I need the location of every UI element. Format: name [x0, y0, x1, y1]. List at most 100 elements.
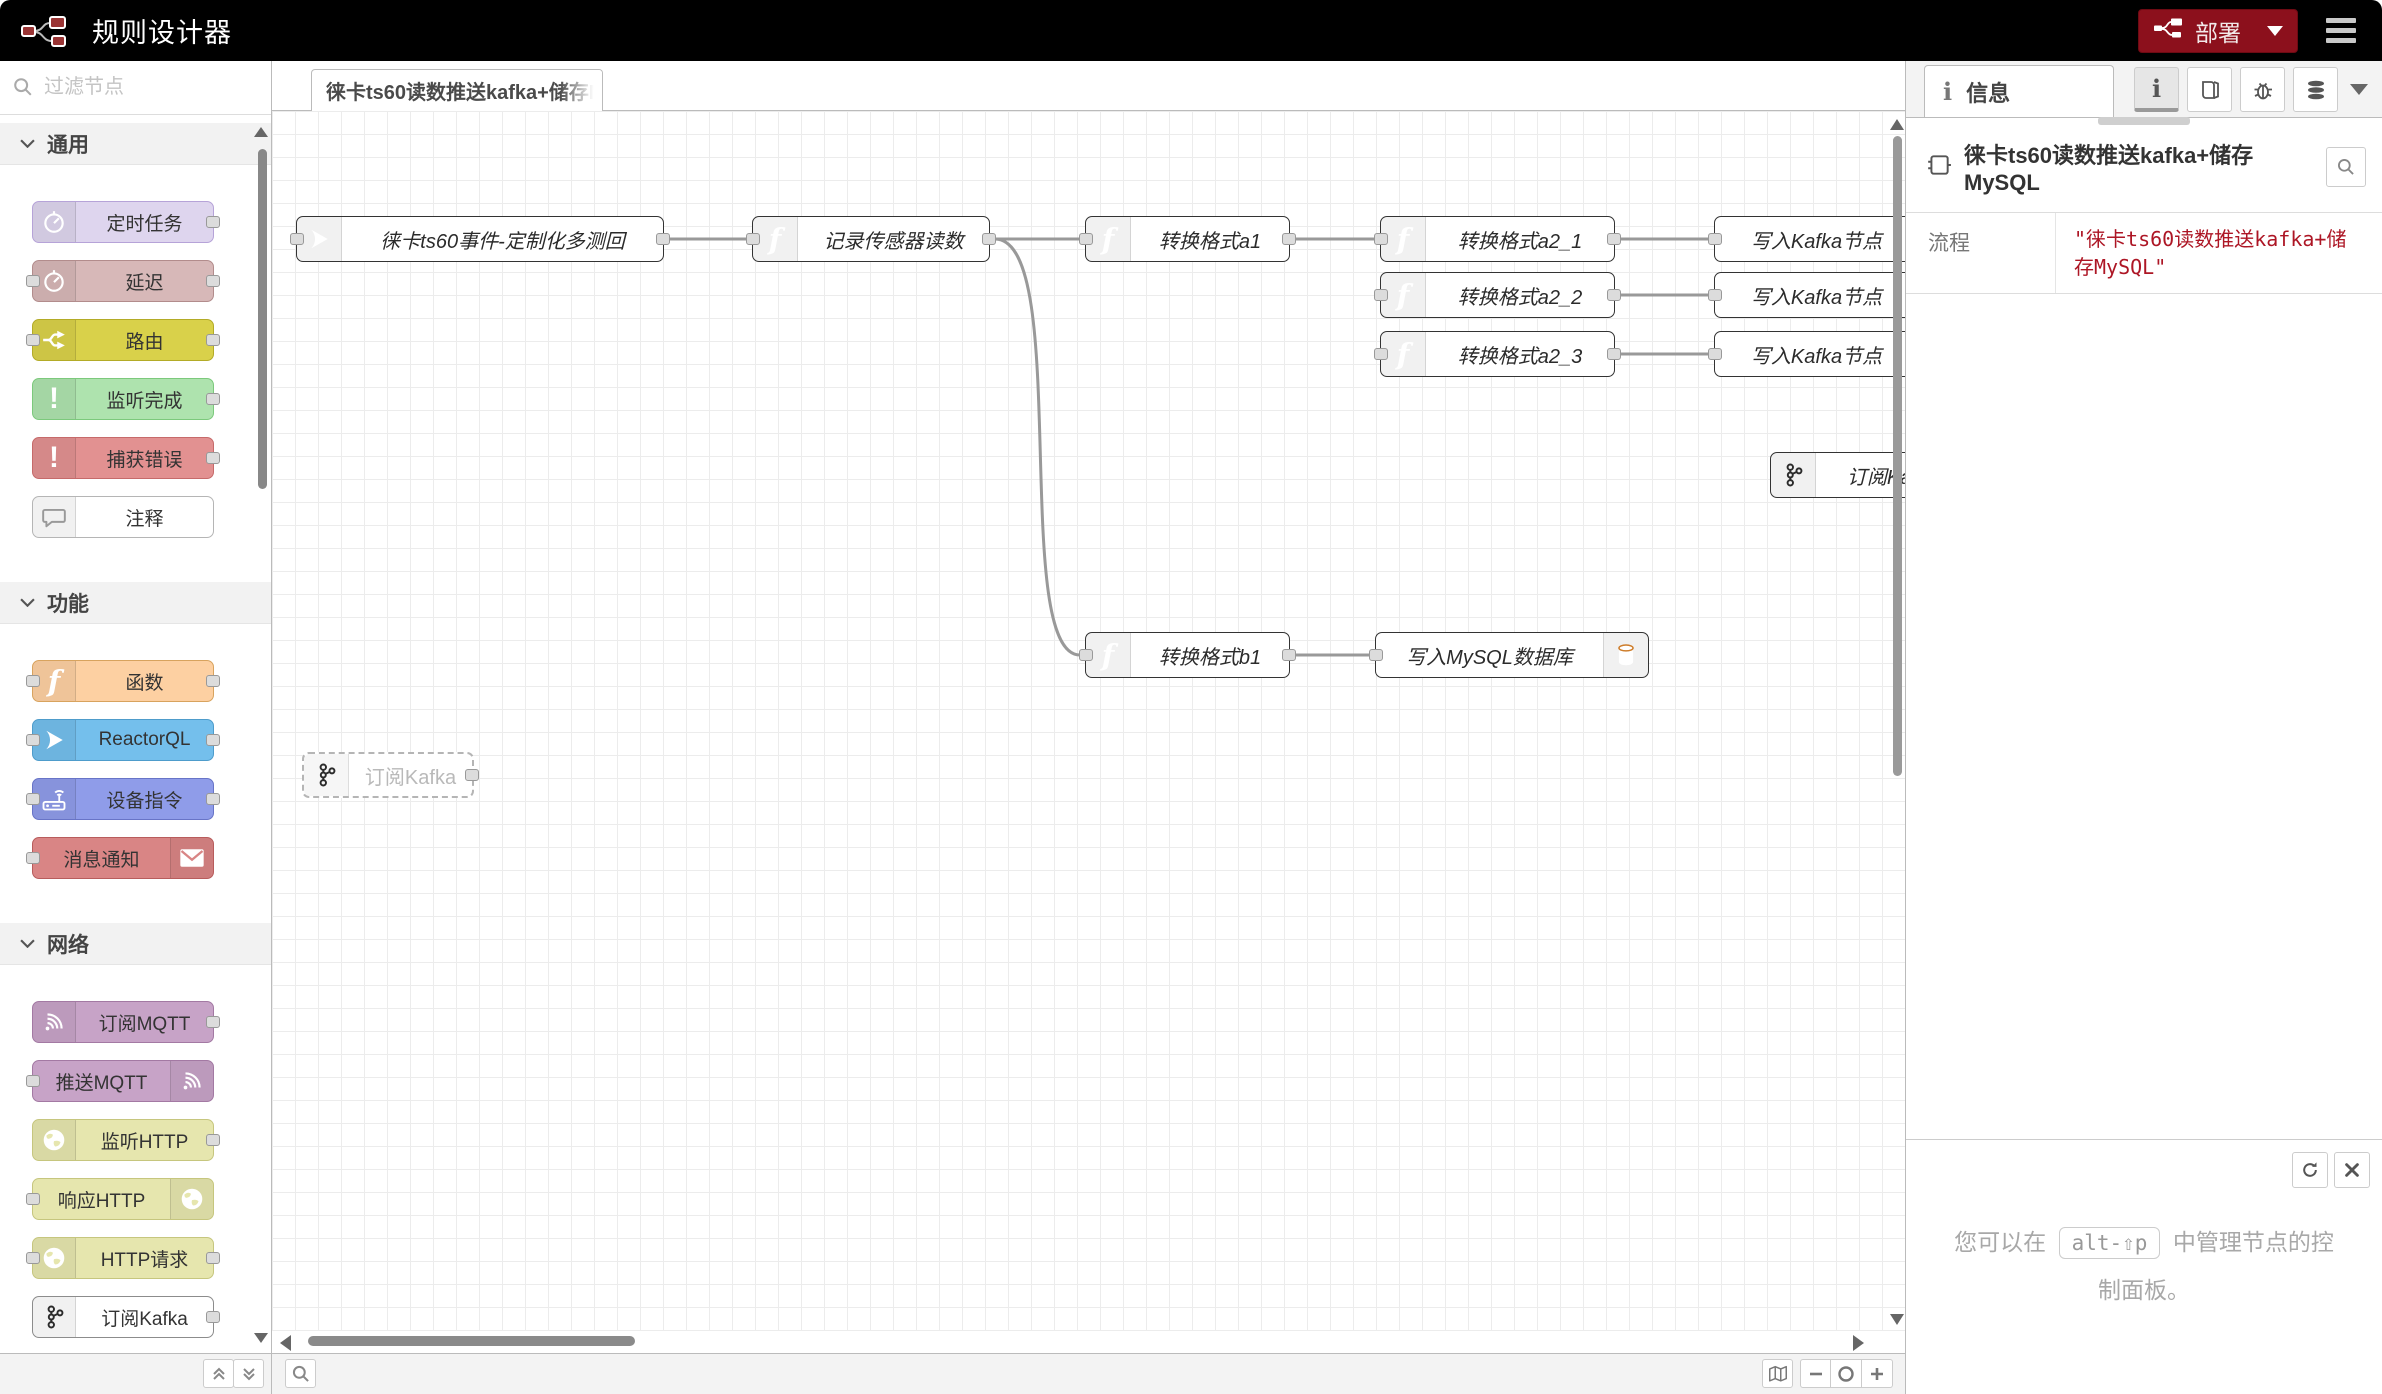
deploy-caret-down-icon[interactable]	[2267, 26, 2283, 36]
zoom-out-button[interactable]	[1800, 1359, 1831, 1388]
palette-node-device-command[interactable]: 设备指令	[32, 778, 214, 820]
palette-node-complete[interactable]: ! 监听完成	[32, 378, 214, 420]
input-port[interactable]	[26, 852, 40, 864]
collapse-all-button[interactable]	[203, 1359, 234, 1388]
output-port[interactable]	[1282, 649, 1296, 661]
palette-node-kafka-sub[interactable]: 订阅Kafka	[32, 1296, 214, 1338]
canvas-scroll-right-icon[interactable]	[1853, 1335, 1864, 1351]
input-port[interactable]	[26, 334, 40, 346]
palette-node-timer[interactable]: 定时任务	[32, 201, 214, 243]
palette-node-notify[interactable]: 消息通知	[32, 837, 214, 879]
palette-node-comment[interactable]: 注释	[32, 496, 214, 538]
palette-node-mqtt-sub[interactable]: 订阅MQTT	[32, 1001, 214, 1043]
input-port[interactable]	[746, 233, 760, 245]
palette-node-mqtt-pub[interactable]: 推送MQTT	[32, 1060, 214, 1102]
flow-node-fmt-b1[interactable]: f 转换格式b1	[1085, 632, 1290, 678]
flow-node-kafka-write-3[interactable]: 写入Kafka节点	[1714, 331, 1905, 377]
palette-scroll-down-icon[interactable]	[254, 1333, 268, 1343]
palette-node-catch[interactable]: ! 捕获错误	[32, 437, 214, 479]
flow-node-mysql-write[interactable]: 写入MySQL数据库	[1375, 632, 1649, 678]
palette-node-http-in[interactable]: 监听HTTP	[32, 1119, 214, 1161]
main-menu-hamburger-icon[interactable]	[2326, 18, 2356, 43]
input-port[interactable]	[26, 734, 40, 746]
flow-node-kafka-sub-disabled[interactable]: 订阅Kafka	[302, 752, 474, 798]
sidebar-tab-info-button[interactable]: i	[2134, 67, 2179, 112]
input-port[interactable]	[26, 1075, 40, 1087]
output-port[interactable]	[206, 1252, 220, 1264]
input-port[interactable]	[1374, 233, 1388, 245]
flow-node-record[interactable]: f 记录传感器读数	[752, 216, 990, 262]
input-port[interactable]	[1708, 348, 1722, 360]
output-port[interactable]	[206, 216, 220, 228]
palette-node-route[interactable]: 路由	[32, 319, 214, 361]
tab-info[interactable]: i 信息	[1924, 65, 2114, 117]
flow-canvas[interactable]: 徕卡ts60事件-定制化多测回 f 记录传感器读数 f 转换格式a1 f 转换格…	[272, 111, 1905, 1353]
output-port[interactable]	[206, 393, 220, 405]
output-port[interactable]	[1607, 289, 1621, 301]
flow-node-event[interactable]: 徕卡ts60事件-定制化多测回	[296, 216, 664, 262]
flow-node-fmt-a2-1[interactable]: f 转换格式a2_1	[1380, 216, 1615, 262]
input-port[interactable]	[1369, 649, 1383, 661]
canvas-scroll-left-icon[interactable]	[280, 1335, 291, 1351]
output-port[interactable]	[206, 675, 220, 687]
sidebar-tab-config-button[interactable]	[2293, 67, 2338, 112]
palette-scroll-up-icon[interactable]	[254, 127, 268, 137]
output-port[interactable]	[206, 452, 220, 464]
tip-close-button[interactable]	[2334, 1152, 2370, 1188]
output-port[interactable]	[206, 275, 220, 287]
flow-node-fmt-a2-3[interactable]: f 转换格式a2_3	[1380, 331, 1615, 377]
output-port[interactable]	[1607, 233, 1621, 245]
palette-scrollbar[interactable]	[258, 149, 267, 489]
input-port[interactable]	[1708, 233, 1722, 245]
input-port[interactable]	[26, 1193, 40, 1205]
output-port[interactable]	[1607, 348, 1621, 360]
flow-node-kafka-write-1[interactable]: 写入Kafka节点	[1714, 216, 1905, 262]
flow-node-kafka-write-2[interactable]: 写入Kafka节点	[1714, 272, 1905, 318]
expand-all-button[interactable]	[233, 1359, 264, 1388]
palette-node-reactorql[interactable]: ReactorQL	[32, 719, 214, 761]
canvas-scroll-up-icon[interactable]	[1890, 119, 1904, 130]
palette-node-delay[interactable]: 延迟	[32, 260, 214, 302]
palette-node-http-response[interactable]: 响应HTTP	[32, 1178, 214, 1220]
palette-node-http-request[interactable]: HTTP请求	[32, 1237, 214, 1279]
output-port[interactable]	[465, 769, 479, 781]
zoom-in-button[interactable]	[1862, 1359, 1893, 1388]
input-port[interactable]	[290, 233, 304, 245]
zoom-reset-button[interactable]	[1831, 1359, 1862, 1388]
output-port[interactable]	[206, 334, 220, 346]
output-port[interactable]	[206, 793, 220, 805]
input-port[interactable]	[1374, 348, 1388, 360]
output-port[interactable]	[206, 1016, 220, 1028]
sidebar-tab-debug-button[interactable]	[2240, 67, 2285, 112]
tip-refresh-button[interactable]	[2292, 1152, 2328, 1188]
sidebar-more-caret-down-icon[interactable]	[2350, 84, 2368, 95]
palette-section-function[interactable]: 功能	[0, 582, 271, 624]
palette-node-function[interactable]: f 函数	[32, 660, 214, 702]
sidebar-tab-help-button[interactable]	[2187, 67, 2232, 112]
output-port[interactable]	[656, 233, 670, 245]
input-port[interactable]	[26, 1252, 40, 1264]
input-port[interactable]	[1079, 649, 1093, 661]
input-port[interactable]	[1708, 289, 1722, 301]
canvas-horizontal-scroll-thumb[interactable]	[308, 1336, 635, 1346]
palette-section-network[interactable]: 网络	[0, 923, 271, 965]
input-port[interactable]	[1079, 233, 1093, 245]
input-port[interactable]	[26, 793, 40, 805]
info-search-button[interactable]	[2326, 147, 2366, 187]
output-port[interactable]	[1282, 233, 1296, 245]
palette-section-common[interactable]: 通用	[0, 123, 271, 165]
output-port[interactable]	[982, 233, 996, 245]
flow-node-fmt-a2-2[interactable]: f 转换格式a2_2	[1380, 272, 1615, 318]
output-port[interactable]	[206, 1311, 220, 1323]
tab-flow[interactable]: 徕卡ts60读数推送kafka+储存MySQL	[311, 69, 603, 111]
canvas-vertical-scrollbar[interactable]	[1893, 136, 1902, 776]
deploy-button[interactable]: 部署	[2138, 9, 2298, 53]
output-port[interactable]	[206, 734, 220, 746]
flow-node-fmt-a1[interactable]: f 转换格式a1	[1085, 216, 1290, 262]
input-port[interactable]	[26, 275, 40, 287]
wire[interactable]	[995, 239, 1080, 655]
output-port[interactable]	[206, 1134, 220, 1146]
canvas-search-button[interactable]	[285, 1359, 316, 1388]
minimap-toggle-button[interactable]	[1762, 1359, 1793, 1388]
palette-search-input[interactable]	[0, 61, 271, 113]
